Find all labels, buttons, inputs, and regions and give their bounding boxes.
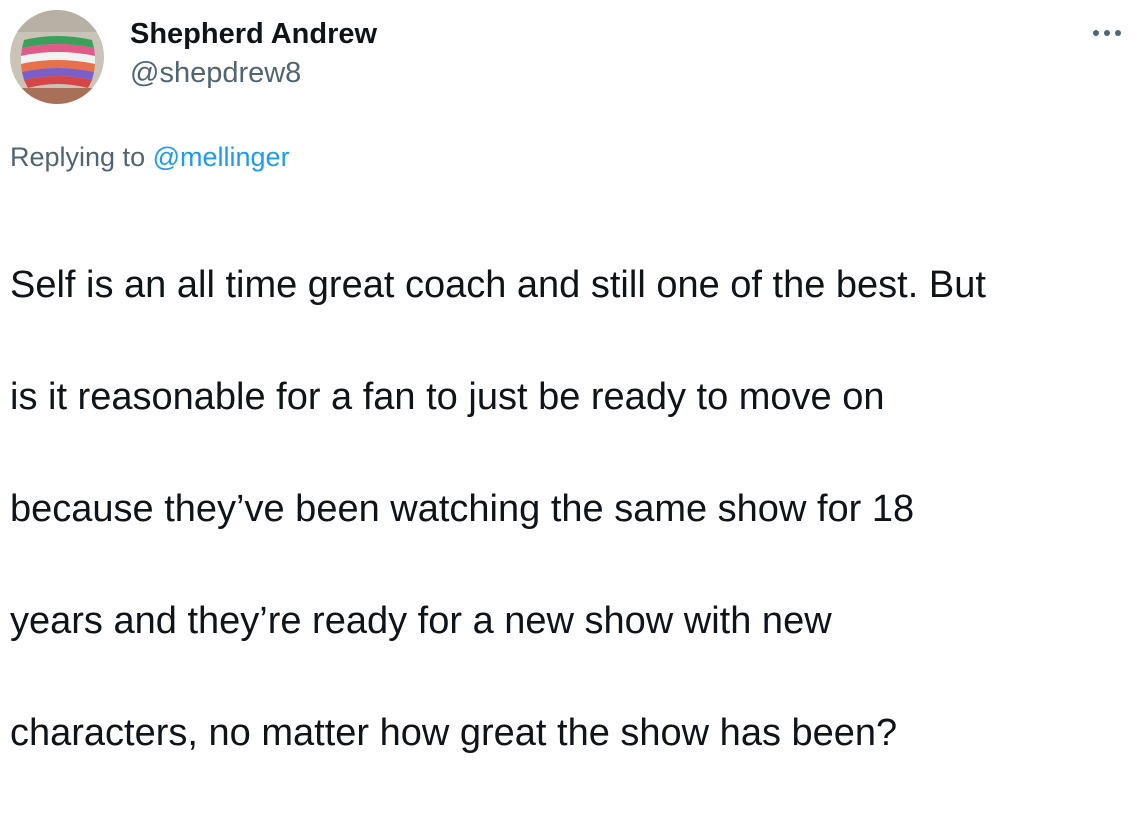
replying-mention-link[interactable]: @mellinger: [153, 142, 290, 172]
tweet-text-line: characters, no matter how great the show…: [10, 712, 898, 754]
author-name[interactable]: Shepherd Andrew: [130, 18, 377, 51]
tweet-text: Self is an all time great coach and stil…: [10, 201, 1135, 817]
tweet-text-line: is it reasonable for a fan to just be re…: [10, 376, 885, 418]
tweet-text-line: Self is an all time great coach and stil…: [10, 264, 986, 306]
replying-to: Replying to @mellinger: [10, 142, 290, 173]
tweet-card[interactable]: Shepherd Andrew @shepdrew8 Replying to @…: [0, 0, 1140, 754]
replying-prefix: Replying to: [10, 142, 146, 172]
more-dot: [1093, 30, 1099, 36]
avatar[interactable]: [10, 10, 104, 104]
more-dot: [1115, 30, 1121, 36]
more-dot: [1104, 30, 1110, 36]
tweet-text-line: because they’ve been watching the same s…: [10, 488, 915, 530]
tweet-text-line: years and they’re ready for a new show w…: [10, 600, 832, 642]
author-handle[interactable]: @shepdrew8: [130, 57, 301, 90]
more-options-icon[interactable]: [1086, 18, 1128, 48]
